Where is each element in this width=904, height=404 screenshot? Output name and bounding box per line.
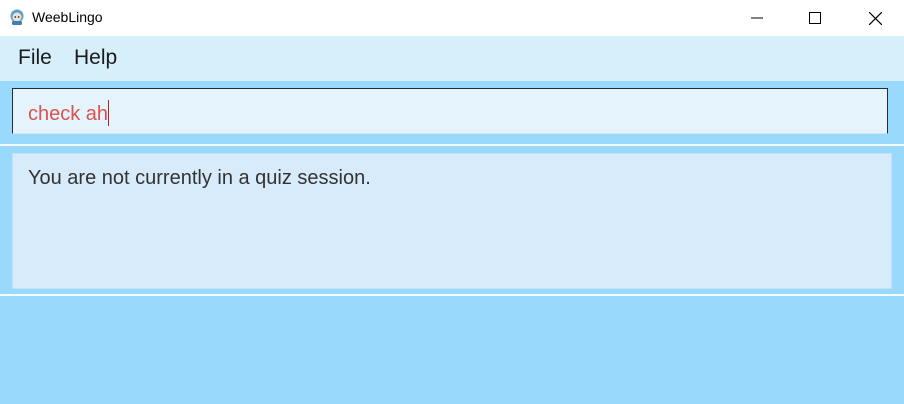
command-text: check ah	[28, 103, 109, 125]
minimize-button[interactable]	[728, 0, 786, 36]
maximize-icon	[809, 12, 821, 24]
content-area	[0, 296, 904, 404]
minimize-icon	[751, 17, 763, 19]
title-bar: WeebLingo	[0, 0, 904, 36]
close-icon	[868, 11, 882, 25]
result-display: You are not currently in a quiz session.	[12, 153, 892, 289]
command-input-value: check ah	[28, 100, 110, 126]
maximize-button[interactable]	[786, 0, 844, 36]
command-input[interactable]: check ah	[12, 88, 888, 134]
window-title: WeebLingo	[32, 9, 103, 25]
result-message: You are not currently in a quiz session.	[28, 167, 371, 189]
text-caret	[108, 100, 110, 126]
menu-help[interactable]: Help	[74, 46, 117, 70]
menu-file[interactable]: File	[18, 46, 52, 70]
close-button[interactable]	[846, 0, 904, 36]
menu-bar: File Help	[0, 36, 904, 81]
weeblingo-app-icon	[10, 9, 24, 25]
